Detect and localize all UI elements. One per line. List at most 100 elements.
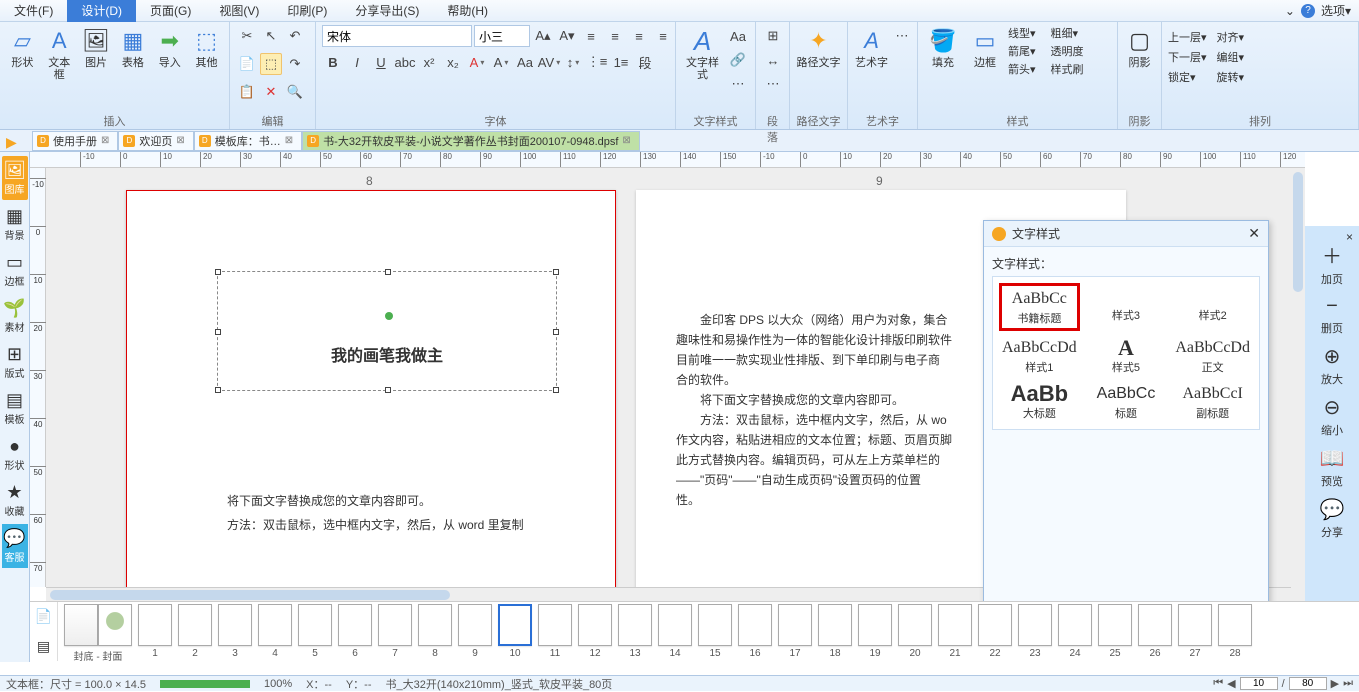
resize-handle[interactable] xyxy=(215,329,221,335)
thumb-item[interactable]: 15 xyxy=(698,604,732,659)
numbering-icon[interactable]: 1≡ xyxy=(610,51,632,73)
line-spacing-icon[interactable]: ↕ xyxy=(562,51,584,73)
thumb-item[interactable]: 28 xyxy=(1218,604,1252,659)
menu-export[interactable]: 分享导出(S) xyxy=(341,0,433,22)
resize-handle[interactable] xyxy=(553,269,559,275)
close-icon[interactable]: ✕ xyxy=(1248,225,1260,242)
thumb-item[interactable]: 23 xyxy=(1018,604,1052,659)
table-button[interactable]: ▦表格 xyxy=(116,25,149,69)
thumb-item[interactable]: 11 xyxy=(538,604,572,659)
thumb-item[interactable]: 19 xyxy=(858,604,892,659)
thumb-item[interactable]: 24 xyxy=(1058,604,1092,659)
share-button[interactable]: 💬分享 xyxy=(1320,497,1345,540)
strike-icon[interactable]: abc xyxy=(394,51,416,73)
sidebar-border[interactable]: ▭边框 xyxy=(2,248,28,292)
thumb-item[interactable]: 25 xyxy=(1098,604,1132,659)
close-icon[interactable]: ⊠ xyxy=(285,135,293,146)
grow-font-icon[interactable]: A▴ xyxy=(532,25,554,47)
close-icon[interactable]: ⊠ xyxy=(176,135,184,146)
bullets-icon[interactable]: ⋮≡ xyxy=(586,51,608,73)
font-size-combo[interactable] xyxy=(474,25,530,47)
thumb-item[interactable]: 18 xyxy=(818,604,852,659)
scrollbar-thumb[interactable] xyxy=(50,590,450,600)
thumb-item[interactable]: 10 xyxy=(498,604,532,659)
style-cell[interactable]: A样式5 xyxy=(1086,335,1167,377)
close-icon[interactable]: ⊠ xyxy=(101,135,109,146)
resize-handle[interactable] xyxy=(215,387,221,393)
highlight-icon[interactable]: A xyxy=(490,51,512,73)
sidebar-favorite[interactable]: ★收藏 xyxy=(2,478,28,522)
style-cell[interactable]: AaBbCc书籍标题 xyxy=(999,283,1080,331)
italic-icon[interactable]: I xyxy=(346,51,368,73)
style-cell[interactable]: 样式2 xyxy=(1172,283,1253,331)
char-spacing-icon[interactable]: AV xyxy=(538,51,560,73)
shrink-font-icon[interactable]: A▾ xyxy=(556,25,578,47)
textstyle-sm2-icon[interactable]: 🔗 xyxy=(727,49,749,71)
bold-icon[interactable]: B xyxy=(322,51,344,73)
paste-icon[interactable]: 📋 xyxy=(236,81,258,103)
thumb-tab-master[interactable]: ▤ xyxy=(30,632,57,662)
preview-button[interactable]: 📖预览 xyxy=(1320,446,1345,489)
thumb-item[interactable]: 13 xyxy=(618,604,652,659)
shadow-button[interactable]: ▢阴影 xyxy=(1124,25,1155,69)
caret-icon[interactable]: ⌄ xyxy=(1285,4,1295,18)
undo-icon[interactable]: ↶ xyxy=(284,25,306,47)
redo-icon[interactable]: ↷ xyxy=(284,53,306,75)
thumb-item[interactable]: 1 xyxy=(138,604,172,659)
select-icon[interactable]: ⬚ xyxy=(260,53,282,75)
sidebar-gallery[interactable]: 🖼图库 xyxy=(2,156,28,200)
line-weight-dd[interactable]: 粗细▾ xyxy=(1051,25,1079,41)
thumb-item[interactable]: 3 xyxy=(218,604,252,659)
selection-frame[interactable]: 我的画笔我做主 xyxy=(217,271,557,391)
first-page-icon[interactable]: ⏮ xyxy=(1213,677,1223,690)
arrow-head-dd[interactable]: 箭头▾ xyxy=(1008,61,1036,77)
zoom-in-button[interactable]: ⊕放大 xyxy=(1321,344,1343,387)
art-sm-icon[interactable]: ⋯ xyxy=(893,25,911,47)
sidebar-layout[interactable]: ⊞版式 xyxy=(2,340,28,384)
align-button[interactable]: 对齐▾ xyxy=(1217,29,1245,45)
page-left[interactable]: 我的画笔我做主 将下面文字替换成您的文章内容即可。 方法：双击鼠标，选中框内文字… xyxy=(126,190,616,587)
menu-view[interactable]: 视图(V) xyxy=(205,0,273,22)
rotate-button[interactable]: 旋转▾ xyxy=(1217,69,1245,85)
lock-button[interactable]: 锁定▾ xyxy=(1168,69,1207,85)
align-left-icon[interactable]: ≡ xyxy=(580,25,602,47)
bring-forward-button[interactable]: 上一层▾ xyxy=(1168,29,1207,45)
delete-icon[interactable]: ✕ xyxy=(260,81,282,103)
page-current-input[interactable] xyxy=(1240,677,1278,690)
style-cell[interactable]: 样式3 xyxy=(1086,283,1167,331)
text-style-panel[interactable]: 文字样式✕ 文字样式： AaBbCc书籍标题样式3样式2AaBbCcDd样式1A… xyxy=(983,220,1269,640)
thumb-item[interactable]: 4 xyxy=(258,604,292,659)
textstyle-sm1-icon[interactable]: Aa xyxy=(727,25,749,47)
thumb-item[interactable]: 17 xyxy=(778,604,812,659)
thumb-item[interactable]: 2 xyxy=(178,604,212,659)
super-icon[interactable]: x² xyxy=(418,51,440,73)
resize-handle[interactable] xyxy=(385,269,391,275)
sidebar-template[interactable]: ▤模板 xyxy=(2,386,28,430)
underline-icon[interactable]: U xyxy=(370,51,392,73)
clear-format-icon[interactable]: Aa xyxy=(514,51,536,73)
resize-handle[interactable] xyxy=(553,387,559,393)
play-icon[interactable]: ▶ xyxy=(6,134,17,151)
copy-icon[interactable]: 📄 xyxy=(236,53,258,75)
image-button[interactable]: 🖼图片 xyxy=(80,25,113,69)
thumb-item[interactable]: 14 xyxy=(658,604,692,659)
group-button[interactable]: 编组▾ xyxy=(1217,49,1245,65)
font-color-icon[interactable]: A xyxy=(466,51,488,73)
arrow-tail-dd[interactable]: 箭尾▾ xyxy=(1008,43,1036,59)
style-cell[interactable]: AaBbCc标题 xyxy=(1086,381,1167,423)
sidebar-shape[interactable]: ●形状 xyxy=(2,432,28,476)
menu-help[interactable]: 帮助(H) xyxy=(433,0,502,22)
send-backward-button[interactable]: 下一层▾ xyxy=(1168,49,1207,65)
font-family-combo[interactable] xyxy=(322,25,472,47)
thumb-item[interactable]: 16 xyxy=(738,604,772,659)
zoom-out-button[interactable]: ⊖缩小 xyxy=(1321,395,1343,438)
scrollbar-vertical[interactable] xyxy=(1291,168,1305,601)
next-page-icon[interactable]: ▶ xyxy=(1331,677,1339,690)
thumb-item[interactable]: 20 xyxy=(898,604,932,659)
thumb-item[interactable]: 7 xyxy=(378,604,412,659)
prev-page-icon[interactable]: ◀ xyxy=(1227,677,1235,690)
thumb-item[interactable]: 5 xyxy=(298,604,332,659)
textbox-button[interactable]: A文本框 xyxy=(43,25,76,81)
doc-tab-1[interactable]: D欢迎页⊠ xyxy=(118,131,193,151)
text-style-button[interactable]: A文字样式 xyxy=(682,25,723,81)
